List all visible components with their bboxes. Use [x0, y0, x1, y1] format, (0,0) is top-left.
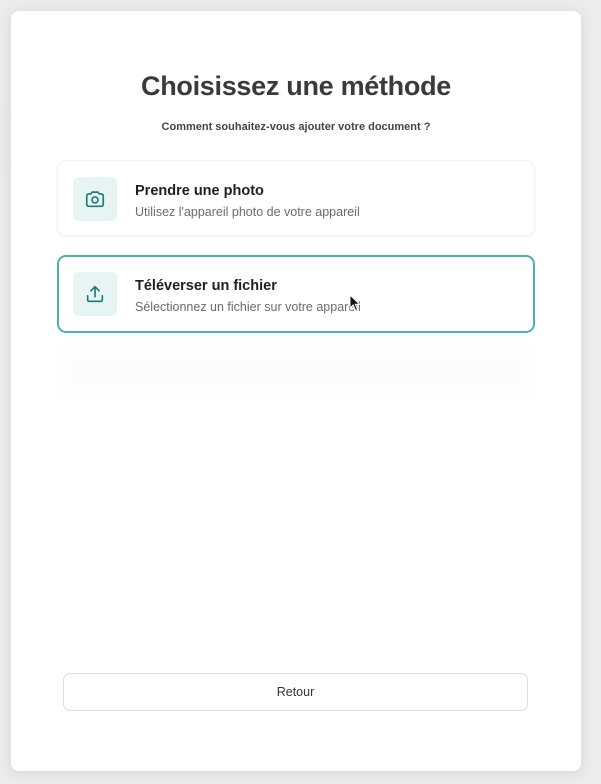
take-photo-title: Prendre une photo [135, 183, 264, 199]
faded-background-card [61, 346, 531, 396]
upload-icon [73, 272, 117, 316]
back-button[interactable]: Retour [63, 673, 528, 711]
modal-title: Choisissez une méthode [141, 71, 451, 101]
modal-subtitle: Comment souhaitez-vous ajouter votre doc… [161, 121, 431, 133]
camera-icon [73, 177, 117, 221]
upload-file-description: Sélectionnez un fichier sur votre appare… [135, 300, 361, 314]
take-photo-description: Utilisez l'appareil photo de votre appar… [135, 205, 360, 219]
upload-file-title: Téléverser un fichier [135, 278, 277, 294]
upload-file-option[interactable]: Téléverser un fichier Sélectionnez un fi… [57, 255, 535, 333]
take-photo-option[interactable]: Prendre une photo Utilisez l'appareil ph… [57, 160, 535, 236]
method-chooser-modal: Choisissez une méthode Comment souhaitez… [11, 11, 581, 771]
